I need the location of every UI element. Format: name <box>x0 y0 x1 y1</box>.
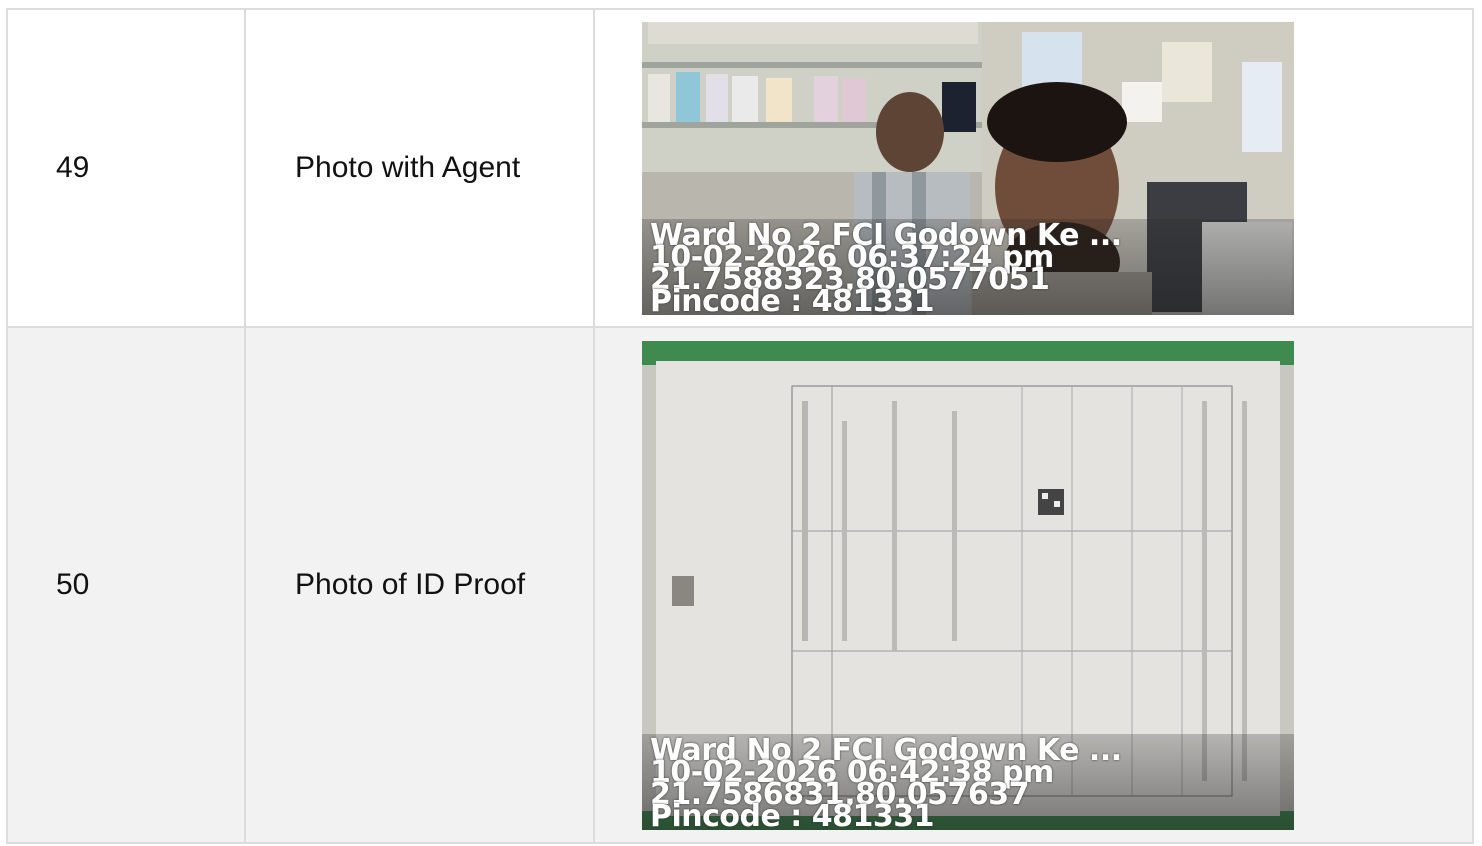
row-label: Photo with Agent <box>244 8 595 328</box>
row-number: 49 <box>6 8 246 328</box>
id-proof-photo[interactable]: Ward No 2 FCI Godown Ke ... 10-02-2026 0… <box>642 340 1294 830</box>
row-label: Photo of ID Proof <box>244 326 595 844</box>
table-row: 50 Photo of ID Proof Ward No 2 FCI Godow… <box>6 326 1474 844</box>
photo-cell: Ward No 2 FCI Godown Ke ... 10-02-2026 0… <box>593 8 1474 328</box>
verification-table: 49 Photo with Agent Ward No 2 FCI Godown… <box>6 8 1474 844</box>
table-row: 49 Photo with Agent Ward No 2 FCI Godown… <box>6 8 1474 328</box>
photo-cell: Ward No 2 FCI Godown Ke ... 10-02-2026 0… <box>593 326 1474 844</box>
geo-stamp: Ward No 2 FCI Godown Ke ... 10-02-2026 0… <box>642 733 1294 830</box>
row-number: 50 <box>6 326 246 844</box>
agent-photo[interactable]: Ward No 2 FCI Godown Ke ... 10-02-2026 0… <box>642 21 1294 315</box>
geo-stamp: Ward No 2 FCI Godown Ke ... 10-02-2026 0… <box>642 218 1294 315</box>
document-page: 49 Photo with Agent Ward No 2 FCI Godown… <box>6 8 1474 844</box>
